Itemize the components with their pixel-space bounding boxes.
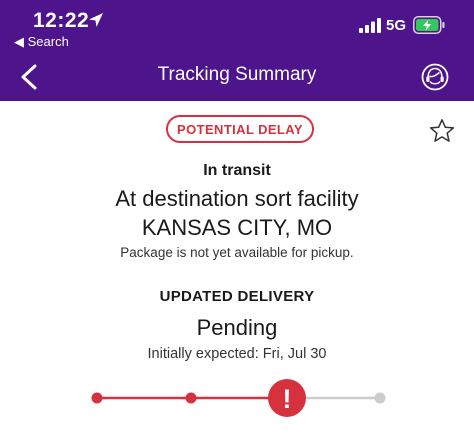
page-title: Tracking Summary [157,64,317,85]
back-to-search-link[interactable]: ◀ Search [14,34,69,50]
star-outline-icon[interactable] [429,118,455,144]
cellular-signal-icon [359,18,381,33]
shipment-progress-bar: ! [91,379,386,417]
support-headset-icon[interactable] [420,62,450,92]
progress-step-2 [185,392,197,404]
updated-delivery-label: UPDATED DELIVERY [159,288,315,305]
progress-step-4 [374,392,386,404]
app-header: 12:22 ◀ Search 5G Tracking Summary [0,0,474,101]
tracking-summary: POTENTIAL DELAY In transit At destinatio… [0,101,474,445]
potential-delay-badge: POTENTIAL DELAY [166,115,314,143]
status-label: In transit [203,162,271,179]
exclamation-icon: ! [283,384,292,414]
status-time: 12:22 [33,9,90,32]
initially-expected-date: Initially expected: Fri, Jul 30 [147,346,327,362]
battery-charging-icon [413,16,445,34]
network-type: 5G [386,17,407,34]
location-arrow-icon [89,13,103,27]
progress-step-1 [91,392,103,404]
delivery-status: Pending [196,315,278,340]
pickup-note: Package is not yet available for pickup. [120,245,354,260]
package-location: KANSAS CITY, MO [141,215,333,240]
status-detail: At destination sort facility [115,186,359,211]
